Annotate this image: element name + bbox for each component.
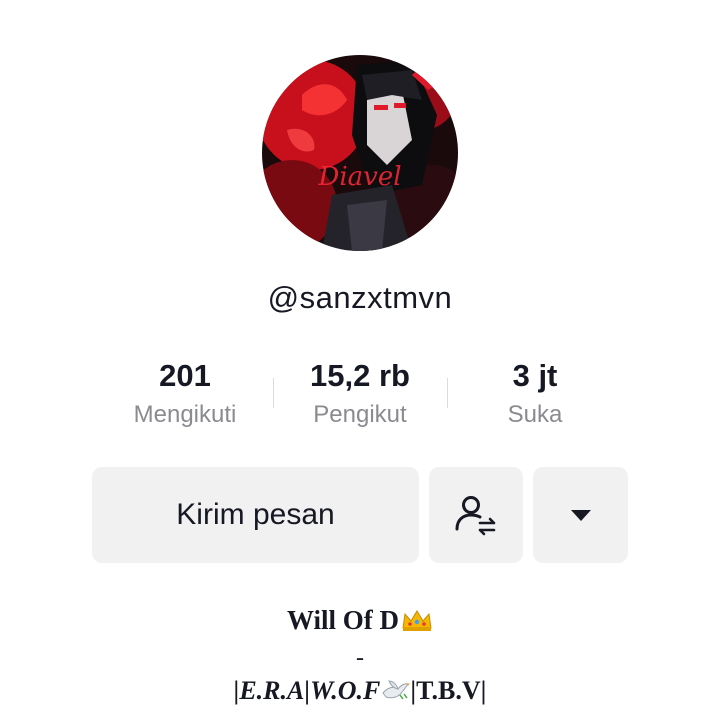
bio-text-1: Will Of D — [286, 605, 399, 635]
svg-text:Diavel: Diavel — [317, 162, 401, 192]
send-message-label: Kirim pesan — [176, 498, 335, 531]
stat-likes[interactable]: 3 jt Suka — [435, 356, 635, 432]
likes-count: 3 jt — [512, 358, 558, 393]
dropdown-triangle-icon — [570, 510, 591, 521]
bio-line-3: |E.R.A|W.O.F |T.B.V| — [0, 676, 720, 708]
bio-line-1: Will Of D — [0, 605, 720, 639]
profile-avatar[interactable]: Diavel — [262, 55, 458, 251]
bio-text-3b: |T.B.V| — [410, 676, 487, 705]
followers-label: Pengikut — [313, 401, 407, 428]
following-label: Mengikuti — [133, 401, 237, 428]
follow-swap-icon — [455, 496, 496, 536]
username: @sanzxtmvn — [267, 280, 453, 315]
stat-followers[interactable]: 15,2 rb Pengikut — [260, 356, 460, 432]
bio-line-2: - — [356, 645, 364, 671]
followers-count: 15,2 rb — [310, 358, 410, 393]
follow-button[interactable] — [429, 467, 523, 563]
more-options-button[interactable] — [533, 467, 628, 563]
following-count: 201 — [159, 358, 211, 393]
likes-label: Suka — [507, 401, 563, 428]
dove-icon — [380, 678, 411, 708]
crown-icon — [401, 608, 433, 639]
bio-text-3a: |E.R.A|W.O.F — [233, 676, 381, 705]
profile-stats: 201 Mengikuti 15,2 rb Pengikut 3 jt Suka — [0, 356, 720, 436]
stat-following[interactable]: 201 Mengikuti — [85, 356, 285, 432]
avatar-image: Diavel — [262, 55, 458, 251]
send-message-button[interactable]: Kirim pesan — [92, 467, 419, 563]
